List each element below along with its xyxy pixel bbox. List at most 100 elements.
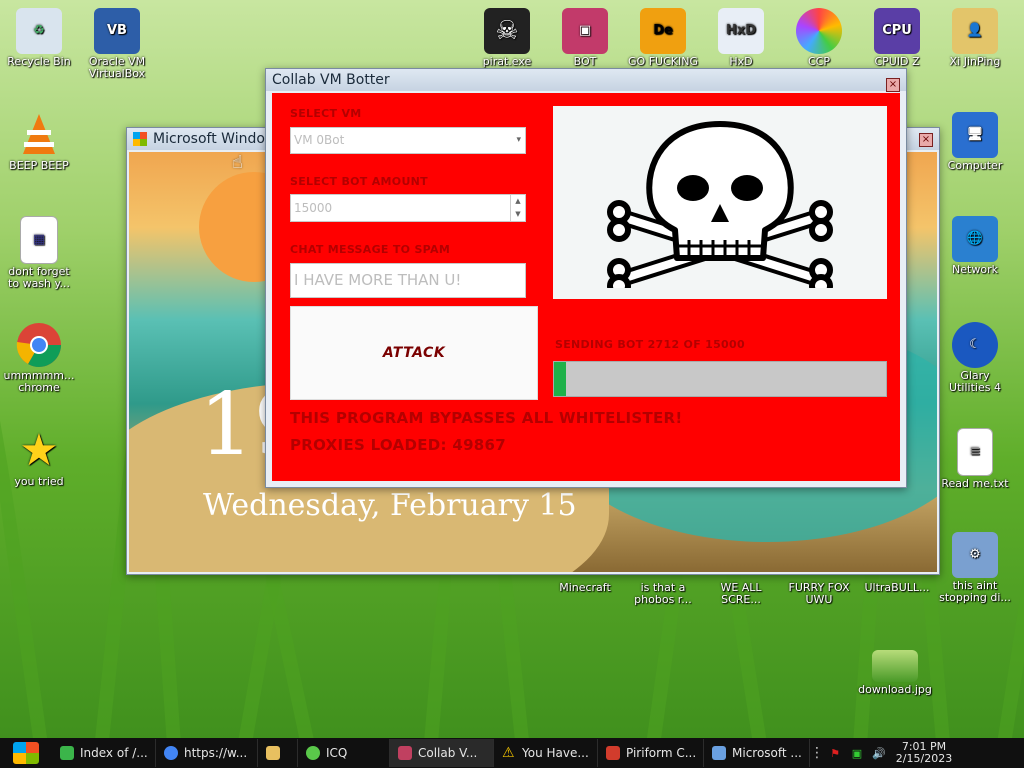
vlc-cone-icon: [16, 112, 62, 158]
desktop-icon-furry-fox[interactable]: FURRY FOX UWU: [782, 582, 856, 606]
glary-icon: ☾: [952, 322, 998, 368]
network-icon: 🌐: [952, 216, 998, 262]
taskbar-item-label: You Have...: [522, 746, 589, 760]
desktop-icon-label: Computer: [947, 159, 1003, 172]
attack-button[interactable]: ATTACK: [290, 306, 538, 400]
desktop-icon-readme[interactable]: ≡ Read me.txt: [938, 428, 1012, 490]
desktop-icon-installer[interactable]: ⚙ this aint stopping di...: [938, 532, 1012, 604]
cpuz-icon: CPU: [874, 8, 920, 54]
taskbar-clock[interactable]: 7:01 PM 2/15/2023: [890, 741, 958, 765]
chat-icon: [60, 746, 74, 760]
tray-network-icon[interactable]: ▣: [846, 747, 868, 760]
recycle-bin-icon: ♻: [16, 8, 62, 54]
desktop-icon-label: Oracle VM VirtualBox: [88, 55, 146, 80]
desktop-icon-label: Read me.txt: [941, 477, 1009, 490]
chrome-icon: [16, 322, 62, 368]
de-editor-icon: De: [640, 8, 686, 54]
taskbar: Index of /... https://w... ICQ Collab V.…: [0, 738, 1024, 768]
image-file-icon: [872, 650, 918, 682]
botter-window[interactable]: Collab VM Botter × SELECT VM VM 0Bot ▾ S…: [265, 68, 907, 488]
desktop-icon-we-all-scream[interactable]: WE ALL SCRE...: [704, 582, 778, 606]
star-icon: ★: [19, 425, 59, 476]
taskbar-item-label: https://w...: [184, 746, 248, 760]
botter-titlebar[interactable]: Collab VM Botter: [266, 69, 906, 91]
taskbar-item-index[interactable]: Index of /...: [52, 739, 156, 767]
desktop-icon-recycle-bin[interactable]: ♻ Recycle Bin: [2, 8, 76, 68]
desktop-icon-xi-jinping[interactable]: 👤 Xi JinPing: [938, 8, 1012, 68]
hxd-icon: HxD: [718, 8, 764, 54]
mouse-cursor-icon: ☝: [232, 152, 243, 173]
chevron-down-icon: ▾: [516, 135, 521, 145]
bot-amount-stepper[interactable]: 15000 ▲ ▼: [290, 194, 526, 222]
desktop-icon-virtualbox[interactable]: VB Oracle VM VirtualBox: [80, 8, 154, 80]
windows-icon: [712, 746, 726, 760]
desktop-icon-computer[interactable]: 🖥 Computer: [938, 112, 1012, 172]
windows-logo-icon: [13, 742, 39, 764]
windows-logo-icon: [133, 132, 147, 146]
desktop-icon-hxd[interactable]: HxD HxD: [704, 8, 778, 68]
desktop-icon-label: is that a phobos r...: [634, 581, 692, 606]
tray-overflow-icon[interactable]: ⋮: [810, 745, 824, 761]
bot-amount-label: SELECT BOT AMOUNT: [290, 175, 428, 188]
taskbar-item-icq[interactable]: ICQ: [298, 739, 390, 767]
desktop-icon-label: CCP: [808, 55, 830, 68]
select-vm-dropdown[interactable]: VM 0Bot ▾: [290, 127, 526, 154]
desktop-icon-label: ummmmm... chrome: [3, 369, 75, 394]
desktop-icon-network[interactable]: 🌐 Network: [938, 216, 1012, 276]
virtualbox-icon: VB: [94, 8, 140, 54]
user-folder-icon: 👤: [952, 8, 998, 54]
desktop-icon-phobos[interactable]: is that a phobos r...: [626, 582, 700, 606]
taskbar-item-collab-botter[interactable]: Collab V...: [390, 739, 494, 767]
installer-icon: ⚙: [952, 532, 998, 578]
taskbar-item-microsoft[interactable]: Microsoft ...: [704, 739, 810, 767]
stepper-arrows-icon[interactable]: ▲ ▼: [510, 195, 525, 221]
tray-volume-icon[interactable]: 🔊: [868, 747, 890, 760]
desktop-icon-chrome[interactable]: ummmmm... chrome: [2, 322, 76, 394]
skull-icon: ☠: [484, 8, 530, 54]
document-icon: ▦: [20, 216, 58, 264]
close-icon[interactable]: ×: [886, 78, 900, 92]
desktop-icon-minecraft[interactable]: Minecraft: [548, 582, 622, 594]
close-icon[interactable]: ×: [919, 133, 933, 147]
bot-progress-bar: [553, 361, 887, 397]
proxies-loaded-label: PROXIES LOADED: 49867: [290, 436, 507, 454]
desktop-icon-you-tried[interactable]: ★ you tried: [2, 428, 76, 488]
desktop-icon-glary[interactable]: ☾ Glary Utilities 4: [938, 322, 1012, 394]
ms-vm-title: Microsoft Windo: [153, 131, 265, 147]
taskbar-item-label: ICQ: [326, 746, 348, 760]
skull-crossbones-image: [553, 106, 887, 299]
taskbar-item-piriform[interactable]: Piriform C...: [598, 739, 704, 767]
taskbar-item-label: Index of /...: [80, 746, 148, 760]
desktop-icon-cpuz[interactable]: CPU CPUID Z: [860, 8, 934, 68]
taskbar-item-browser[interactable]: https://w...: [156, 739, 258, 767]
desktop-icon-label: Recycle Bin: [7, 55, 71, 68]
taskbar-item-explorer[interactable]: [258, 739, 298, 767]
warning-icon: ⚠: [502, 745, 515, 761]
folder-icon: [266, 746, 280, 760]
start-button[interactable]: [0, 738, 52, 768]
skull-icon: [607, 120, 833, 288]
desktop-icon-label: Minecraft: [559, 581, 611, 594]
desktop-icon-label: dont forget to wash y...: [8, 265, 70, 290]
clock-date: 2/15/2023: [895, 752, 953, 765]
tray-flag-icon[interactable]: ⚑: [824, 747, 846, 760]
desktop-icon-download-jpg[interactable]: download.jpg: [858, 650, 932, 696]
desktop-icon-label: pirat.exe: [482, 55, 532, 68]
desktop-icon-dont-forget[interactable]: ▦ dont forget to wash y...: [2, 216, 76, 290]
chat-message-input[interactable]: I HAVE MORE THAN U!: [290, 263, 526, 298]
taskbar-item-warning[interactable]: ⚠ You Have...: [494, 739, 598, 767]
bot-app-icon: [398, 746, 412, 760]
chat-message-value: I HAVE MORE THAN U!: [294, 271, 462, 289]
desktop-icon-ccp[interactable]: CCP: [782, 8, 856, 68]
ccleaner-icon: [606, 746, 620, 760]
desktop-icon-label: BEEP BEEP: [9, 159, 69, 172]
desktop-icon-label: BOT: [573, 55, 597, 68]
desktop-icon-label: WE ALL SCRE...: [720, 581, 762, 606]
desktop-icon-ultrabull[interactable]: UltraBULL...: [860, 582, 934, 594]
botter-title: Collab VM Botter: [272, 72, 390, 88]
desktop-icon-bot[interactable]: ▣ BOT: [548, 8, 622, 68]
desktop-icon-pirat[interactable]: ☠ pirat.exe: [470, 8, 544, 68]
ccp-icon: [796, 8, 842, 54]
desktop-icon-beep-beep[interactable]: BEEP BEEP: [2, 112, 76, 172]
desktop-icon-label: Network: [952, 263, 998, 276]
